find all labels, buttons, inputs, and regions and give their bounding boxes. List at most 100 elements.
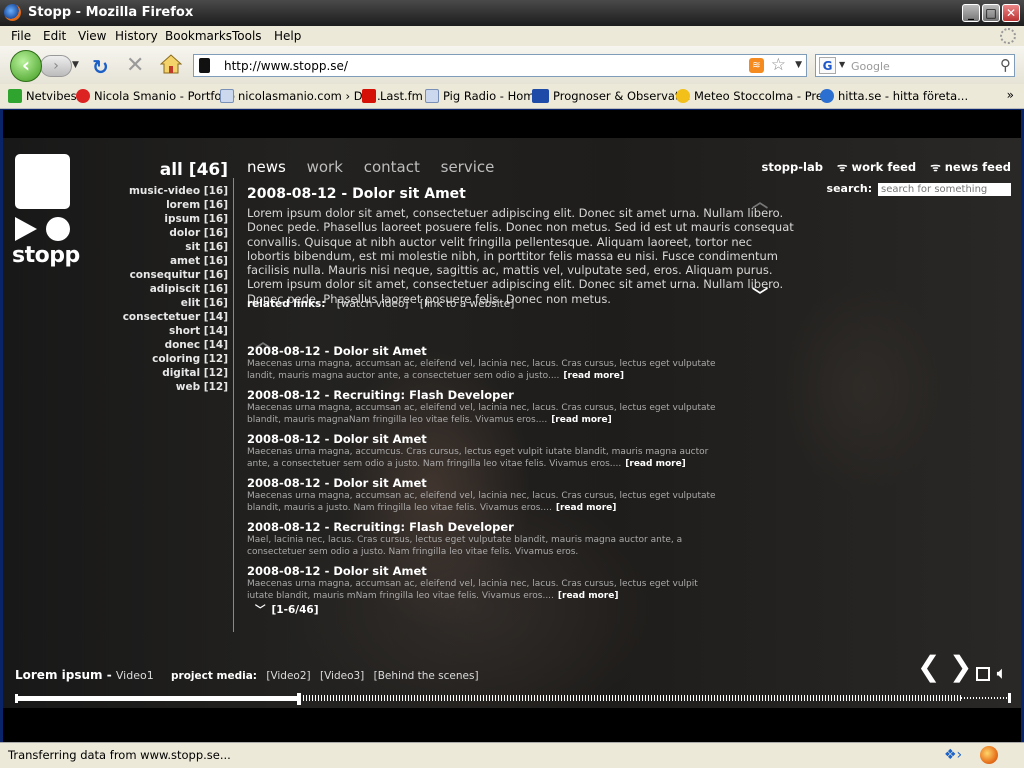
url-text[interactable]: http://www.stopp.se/ [224, 59, 348, 73]
work-feed-link[interactable]: ᯤ work feed [837, 160, 916, 174]
url-dropdown-icon[interactable]: ▼ [795, 60, 802, 70]
tag-item[interactable]: elit [16] [103, 296, 228, 310]
news-item-title[interactable]: 2008-08-12 - Dolor sit Amet [247, 344, 717, 358]
bookmark-netvibes[interactable]: Netvibes [8, 89, 77, 103]
bookmark-nicola-portfolio[interactable]: Nicola Smanio - Portfolio [76, 89, 235, 103]
nav-service[interactable]: service [441, 158, 495, 176]
news-item-body: Maecenas urna magna, accumcus. Cras curs… [247, 447, 709, 469]
throbber-icon [1000, 28, 1016, 44]
news-item-title[interactable]: 2008-08-12 - Dolor sit Amet [247, 432, 717, 446]
tag-list: all [46] music-video [16] lorem [16] ips… [103, 160, 228, 394]
tag-item[interactable]: music-video [16] [103, 184, 228, 198]
nav-contact[interactable]: contact [364, 158, 420, 176]
news-item-title[interactable]: 2008-08-12 - Dolor sit Amet [247, 564, 717, 578]
read-more-link[interactable]: [read more] [551, 415, 612, 425]
news-feed-link[interactable]: ᯤ news feed [930, 160, 1011, 174]
bookmark-hitta[interactable]: hitta.se - hitta företa... [820, 89, 968, 103]
address-bar[interactable]: http://www.stopp.se/ ≋ ☆ ▼ [193, 54, 807, 77]
forward-button[interactable]: › [40, 55, 72, 77]
video-progress-bar[interactable] [15, 693, 1011, 705]
read-more-link[interactable]: [read more] [558, 591, 619, 601]
fullscreen-icon[interactable] [976, 667, 990, 681]
firefox-status-icon[interactable] [980, 746, 998, 764]
tag-item[interactable]: lorem [16] [103, 198, 228, 212]
tag-item[interactable]: short [14] [103, 324, 228, 338]
media-behind-scenes-link[interactable]: [Behind the scenes] [374, 670, 479, 682]
read-more-link[interactable]: [read more] [563, 371, 624, 381]
menu-view[interactable]: View [78, 29, 106, 43]
home-button[interactable] [160, 54, 182, 74]
site-search: search: [827, 182, 1011, 196]
status-addon-icon[interactable]: ❖› [944, 747, 962, 763]
nav-work[interactable]: work [307, 158, 343, 176]
menu-tools[interactable]: Tools [232, 29, 262, 43]
menu-edit[interactable]: Edit [43, 29, 66, 43]
list-scroll-down-icon[interactable]: ﹀ [255, 604, 266, 616]
next-video-icon[interactable]: ❯ [949, 650, 972, 683]
media-video3-link[interactable]: [Video3] [320, 670, 364, 682]
search-magnifier-icon[interactable]: ⚲ [1000, 56, 1011, 74]
watch-video-link[interactable]: [watch video] [337, 298, 409, 310]
hitta-icon [820, 89, 834, 103]
tag-item[interactable]: amet [16] [103, 254, 228, 268]
tag-item[interactable]: donec [14] [103, 338, 228, 352]
progress-remaining [961, 697, 1007, 699]
search-bar[interactable]: G ▼ Google ⚲ [815, 54, 1015, 77]
news-item-title[interactable]: 2008-08-12 - Dolor sit Amet [247, 476, 717, 490]
engine-dropdown-icon[interactable]: ▼ [839, 60, 845, 69]
tag-item[interactable]: consequitur [16] [103, 268, 228, 282]
rss-feed-icon[interactable]: ≋ [749, 58, 764, 73]
website-link[interactable]: [link to a website] [420, 298, 514, 310]
bookmarks-overflow-icon[interactable]: » [1007, 88, 1014, 102]
tag-item[interactable]: dolor [16] [103, 226, 228, 240]
minimize-button[interactable]: _ [962, 4, 980, 22]
navigation-toolbar: › ‹ ▼ ↻ ✕ http://www.stopp.se/ ≋ ☆ ▼ G ▼… [0, 46, 1024, 84]
menu-history[interactable]: History [115, 29, 158, 43]
tag-item[interactable]: web [12] [103, 380, 228, 394]
bookmarks-toolbar: Netvibes Nicola Smanio - Portfolio nicol… [0, 84, 1024, 109]
volume-icon[interactable]: 🔈︎ [997, 664, 1006, 682]
reload-button[interactable]: ↻ [92, 55, 109, 79]
bookmark-pig-radio[interactable]: Pig Radio - Home [425, 89, 542, 103]
logo-square[interactable] [15, 154, 70, 209]
bookmark-meteo[interactable]: Meteo Stoccolma - Pre... [676, 89, 834, 103]
tag-all[interactable]: all [46] [103, 160, 228, 180]
read-more-link[interactable]: [read more] [625, 459, 686, 469]
media-video2-link[interactable]: [Video2] [266, 670, 310, 682]
google-icon[interactable]: G [819, 57, 836, 74]
tag-item[interactable]: ipsum [16] [103, 212, 228, 226]
close-button[interactable]: ✕ [1002, 4, 1020, 22]
news-item-title[interactable]: 2008-08-12 - Recruiting: Flash Developer [247, 388, 717, 402]
history-dropdown-icon[interactable]: ▼ [72, 60, 79, 70]
search-placeholder[interactable]: Google [851, 60, 890, 73]
news-item-body: Maecenas urna magna, accumsan ac, eleife… [247, 403, 716, 425]
rss-icon: ᯤ [836, 160, 852, 174]
maximize-button[interactable]: □ [982, 4, 1000, 22]
nav-news[interactable]: news [247, 158, 286, 176]
stop-button[interactable]: ✕ [126, 53, 144, 78]
tag-item[interactable]: coloring [12] [103, 352, 228, 366]
news-item-title[interactable]: 2008-08-12 - Recruiting: Flash Developer [247, 520, 717, 534]
back-button[interactable]: ‹ [10, 50, 42, 82]
stopp-lab-link[interactable]: stopp-lab [762, 160, 823, 174]
project-media: project media: [Video2] [Video3] [Behind… [171, 670, 485, 682]
site-search-input[interactable] [878, 183, 1011, 196]
tag-item[interactable]: sit [16] [103, 240, 228, 254]
menu-file[interactable]: File [11, 29, 31, 43]
bookmark-prognoser[interactable]: Prognoser & Observat... [532, 89, 690, 103]
sidebar-divider [233, 178, 234, 632]
tag-item[interactable]: digital [12] [103, 366, 228, 380]
logo-wordmark[interactable]: stopp [12, 243, 80, 268]
progress-scrubber[interactable] [297, 693, 301, 705]
bookmark-nicolasmanio[interactable]: nicolasmanio.com › Da... [220, 89, 381, 103]
previous-video-icon[interactable]: ❮ [917, 650, 940, 683]
bookmark-lastfm[interactable]: Last.fm [362, 89, 423, 103]
menu-help[interactable]: Help [274, 29, 301, 43]
read-more-link[interactable]: [read more] [556, 503, 617, 513]
related-label: related links: [247, 298, 326, 310]
article-scroll-down-icon[interactable]: ﹀ [752, 282, 768, 306]
bookmark-star-icon[interactable]: ☆ [771, 55, 786, 75]
tag-item[interactable]: adipiscit [16] [103, 282, 228, 296]
menu-bookmarks[interactable]: Bookmarks [165, 29, 232, 43]
tag-item[interactable]: consectetuer [14] [103, 310, 228, 324]
